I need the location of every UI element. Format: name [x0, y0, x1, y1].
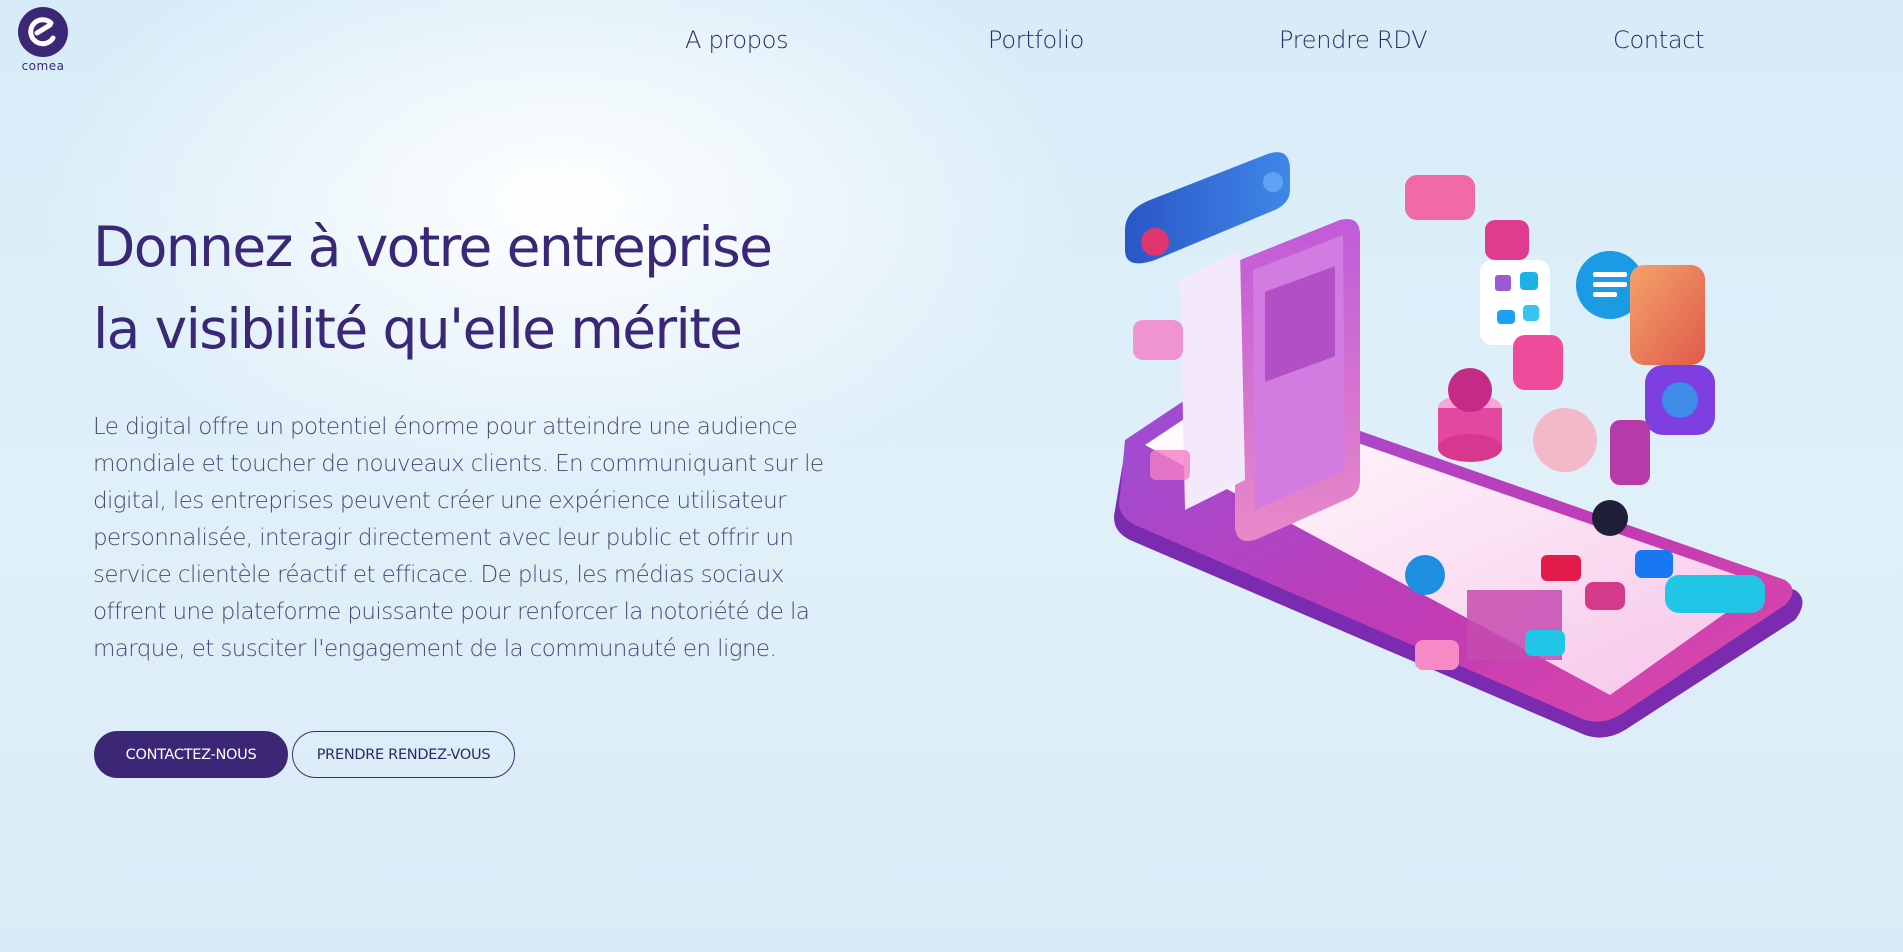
hero-title: Donnez à votre entreprise la visibilité … [93, 215, 773, 361]
flower-burst-shape [1533, 408, 1597, 472]
screen-button-shape [1415, 640, 1459, 670]
screen-tile-shape [1150, 450, 1190, 480]
facebook-icon [1635, 550, 1673, 578]
pink-tile-shape [1133, 320, 1183, 360]
youtube-icon [1541, 555, 1581, 581]
nav-item-a-propos[interactable]: A propos [685, 26, 789, 54]
standing-phone-shape [1235, 219, 1360, 541]
nav-item-prendre-rdv[interactable]: Prendre RDV [1279, 26, 1428, 54]
brand-name: comea [21, 59, 65, 73]
plant-pot-icon [1438, 368, 1502, 462]
blue-message-card [1125, 152, 1290, 264]
main-nav: A propos Portfolio Prendre RDV Contact [0, 26, 1903, 60]
screen-mini-button-shape [1525, 630, 1565, 656]
book-appointment-button[interactable]: PRENDRE RENDEZ-VOUS [292, 731, 515, 778]
purple-bubble-icon [1645, 365, 1715, 435]
tiktok-icon [1592, 500, 1628, 536]
contact-us-button[interactable]: CONTACTEZ-NOUS [94, 731, 288, 778]
social-icons-card [1480, 260, 1550, 345]
instagram-icon [1585, 582, 1625, 610]
image-card-shape [1630, 265, 1705, 365]
heart-card-shape [1513, 335, 1563, 390]
nav-item-contact[interactable]: Contact [1613, 26, 1705, 54]
nav-item-portfolio[interactable]: Portfolio [988, 26, 1084, 54]
pink-card-shape [1405, 175, 1475, 220]
magenta-tab-shape [1610, 420, 1650, 485]
pink-badge-shape [1485, 220, 1529, 260]
hero-description: Le digital offre un potentiel énorme pou… [93, 414, 824, 662]
smartphone-social-media-illustration [1114, 152, 1803, 738]
screen-cta-shape [1665, 575, 1765, 613]
twitter-bird-icon [1405, 555, 1445, 595]
